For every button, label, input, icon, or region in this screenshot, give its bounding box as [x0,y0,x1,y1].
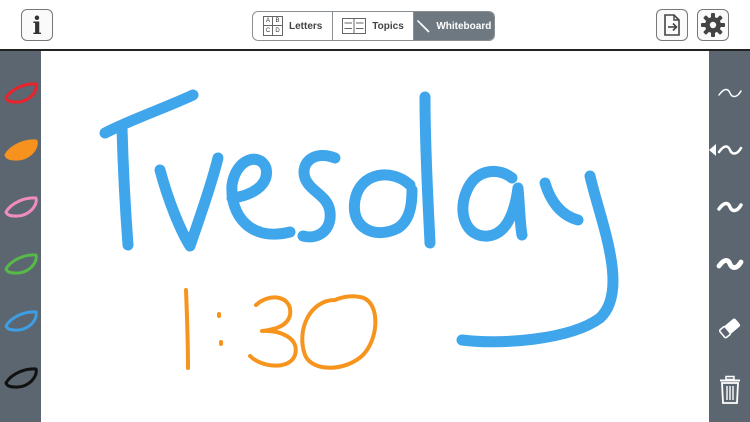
letters-grid-icon: A B C D [262,16,283,36]
black-paint-drop-icon [4,367,38,389]
orange-paint-drop-icon [4,139,38,161]
export-button[interactable] [656,9,688,41]
stroke-extra-thick-button[interactable] [714,252,746,276]
color-swatch-pink[interactable] [3,193,39,221]
color-palette [0,51,41,422]
tab-letters-label: Letters [288,20,323,32]
mode-selector: A B C D Letters Topics Whiteboard [252,11,495,41]
whiteboard-canvas[interactable] [41,51,709,422]
red-paint-drop-icon [4,82,38,104]
info-icon: i [32,10,42,40]
handwriting-tuesday [99,89,619,348]
trash-icon [720,375,740,404]
stroke-thick-button[interactable] [714,195,746,219]
stroke-thin-button[interactable] [714,81,746,105]
tab-letters[interactable]: A B C D Letters [253,12,332,40]
pink-paint-drop-icon [4,196,38,218]
thick-stroke-icon [717,201,743,213]
export-document-icon [664,14,680,36]
color-swatch-blue[interactable] [3,307,39,335]
color-swatch-green[interactable] [3,250,39,278]
tools-sidebar [709,51,750,422]
top-toolbar: i A B C D Letters Topics Whiteboard [0,0,750,51]
eraser-icon [718,318,741,339]
gear-icon [701,13,725,37]
extra-thick-stroke-icon [716,258,744,270]
info-button[interactable]: i [21,9,53,41]
tab-topics-label: Topics [372,20,404,32]
brush-icon [417,20,430,33]
settings-button[interactable] [697,9,729,41]
tab-topics[interactable]: Topics [332,12,412,40]
topics-list-icon [342,18,367,34]
whiteboard-drawing [99,89,619,370]
color-swatch-black[interactable] [3,364,39,392]
stroke-medium-button[interactable] [714,138,746,162]
color-swatch-orange[interactable] [3,136,39,164]
green-paint-drop-icon [4,253,38,275]
thin-stroke-icon [718,88,742,98]
tab-whiteboard[interactable]: Whiteboard [412,12,494,40]
clear-board-button[interactable] [714,373,746,407]
eraser-button[interactable] [714,314,746,342]
medium-stroke-icon [717,145,743,155]
handwriting-time [184,288,378,370]
tab-whiteboard-label: Whiteboard [436,20,492,32]
color-swatch-red[interactable] [3,79,39,107]
blue-paint-drop-icon [4,310,38,332]
